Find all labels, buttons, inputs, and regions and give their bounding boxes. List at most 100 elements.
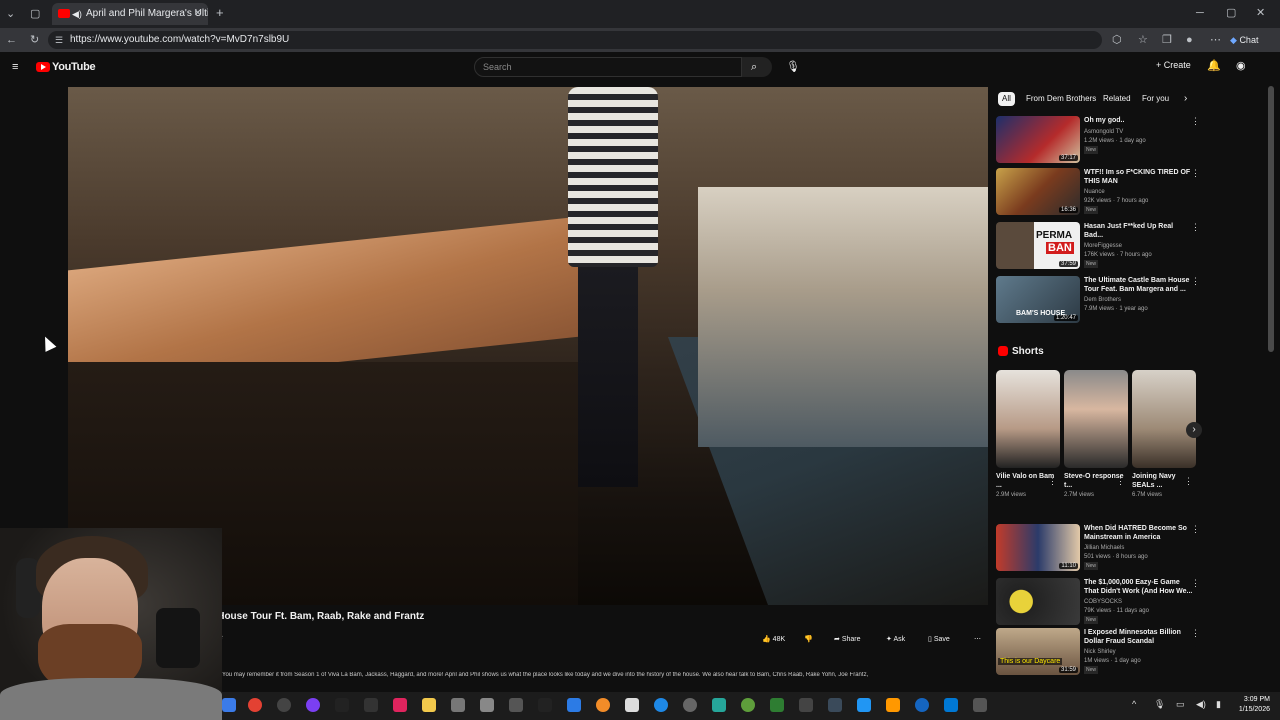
taskbar-app-icon[interactable] [741, 698, 755, 712]
channel-name[interactable]: Nick Shirley [1084, 648, 1194, 656]
recommendation-item[interactable]: 37:17 Oh my god.. Asmongold TV 1.2M view… [996, 116, 1202, 166]
short-thumbnail[interactable] [1132, 370, 1196, 468]
video-title[interactable]: The $1,000,000 Eazy-E Game That Didn't W… [1084, 578, 1194, 596]
channel-name[interactable]: Nuance [1084, 188, 1194, 196]
taskbar-app-icon[interactable] [799, 698, 813, 712]
scrollbar-thumb[interactable] [1268, 86, 1274, 352]
chip-for-you[interactable]: For you [1138, 92, 1173, 106]
recommendation-item[interactable]: 16:36 WTF!! Im so F*CKING TIRED OF THIS … [996, 168, 1202, 218]
more-actions-icon[interactable]: ⋮ [1116, 476, 1125, 487]
video-title[interactable]: I Exposed Minnesotas Billion Dollar Frau… [1084, 628, 1194, 646]
steam-icon[interactable] [480, 698, 494, 712]
channel-name[interactable]: Asmongold TV [1084, 128, 1194, 136]
video-title[interactable]: Oh my god.. [1084, 116, 1194, 125]
more-actions-icon[interactable]: ⋮ [1191, 116, 1200, 127]
favorites-icon[interactable]: ☆ [1138, 34, 1148, 46]
tiktok-icon[interactable] [393, 698, 407, 712]
taskbar-app-icon[interactable] [654, 698, 668, 712]
microphone-icon[interactable]: 🎙 [786, 61, 800, 73]
taskbar-app-icon[interactable] [712, 698, 726, 712]
video-title[interactable]: WTF!! Im so F*CKING TIRED OF THIS MAN [1084, 168, 1194, 186]
more-actions-icon[interactable]: ⋮ [1191, 222, 1200, 233]
account-avatar[interactable]: ◉ [1236, 60, 1246, 72]
search-button[interactable]: ⌕ [742, 57, 772, 77]
taskbar-app-icon[interactable] [683, 698, 697, 712]
chips-next-icon[interactable]: › [1180, 92, 1191, 106]
more-actions-icon[interactable]: ⋮ [1191, 578, 1200, 589]
settings-icon[interactable] [277, 698, 291, 712]
youtube-logo-icon[interactable] [36, 62, 50, 72]
microphone-tray-icon[interactable]: 🎙 [1154, 699, 1165, 710]
more-actions-icon[interactable]: ⋮ [1191, 168, 1200, 179]
youtube-logo-text[interactable]: YouTube [52, 61, 96, 73]
blender-icon[interactable] [596, 698, 610, 712]
copilot-chat-button[interactable]: ◆ Chat [1230, 31, 1270, 49]
close-tab-icon[interactable]: ✕ [194, 3, 202, 25]
url-field[interactable]: ☰ https://www.youtube.com/watch?v=MvD7n7… [48, 31, 1102, 49]
more-actions-icon[interactable]: ⋮ [1184, 476, 1193, 487]
taskbar-app-icon[interactable] [915, 698, 929, 712]
channel-name[interactable]: Jillian Michaels [1084, 544, 1194, 552]
recommendation-item[interactable]: This is our Daycare 31:59 I Exposed Minn… [996, 628, 1202, 678]
video-description[interactable]: You may remember it from Season 1 of Viv… [222, 672, 982, 678]
chip-from-dem-brothers[interactable]: From Dem Brothers [1022, 92, 1100, 106]
chip-all[interactable]: All [998, 92, 1015, 106]
share-button[interactable]: ➦ Share [834, 632, 861, 648]
more-actions-icon[interactable]: ⋮ [1048, 476, 1057, 487]
tab-youtube[interactable]: ◀) April and Phil Margera's Ultim ✕ [52, 3, 208, 25]
taskbar-app-icon[interactable] [944, 698, 958, 712]
reload-icon[interactable]: ↻ [30, 34, 39, 46]
video-thumbnail[interactable]: BAM'S HOUSE 1:20:47 [996, 276, 1080, 323]
recommendation-item[interactable]: BAM'S HOUSE 1:20:47 The Ultimate Castle … [996, 276, 1202, 326]
taskbar-app-icon[interactable] [364, 698, 378, 712]
taskbar-app-icon[interactable] [973, 698, 987, 712]
video-thumbnail[interactable]: This is our Daycare 31:59 [996, 628, 1080, 675]
hamburger-menu-icon[interactable]: ≡ [12, 61, 18, 73]
minimize-icon[interactable]: ─ [1196, 7, 1204, 19]
shorts-next-icon[interactable]: › [1186, 422, 1202, 438]
site-info-icon[interactable]: ☰ [55, 31, 63, 49]
taskbar-app-icon[interactable] [567, 698, 581, 712]
chrome-icon[interactable] [248, 698, 262, 712]
dislike-button[interactable]: 👎 [804, 632, 813, 648]
profile-icon[interactable]: ● [1186, 34, 1193, 46]
recommendation-item[interactable]: 11:10 When Did HATRED Become So Mainstre… [996, 524, 1202, 574]
taskbar-app-icon[interactable] [828, 698, 842, 712]
video-thumbnail[interactable]: 11:10 [996, 524, 1080, 571]
video-title[interactable]: Hasan Just F**ked Up Real Bad... [1084, 222, 1194, 240]
file-explorer-icon[interactable] [422, 698, 436, 712]
save-button[interactable]: ▯ Save [928, 632, 950, 648]
taskbar-app-icon[interactable] [886, 698, 900, 712]
video-thumbnail[interactable]: PERMA BAN 37:59 [996, 222, 1080, 269]
workspaces-icon[interactable]: ▢ [30, 8, 40, 20]
ask-button[interactable]: ✦ Ask [886, 632, 905, 648]
search-input[interactable]: Search [474, 57, 742, 77]
more-actions-icon[interactable]: ⋮ [1191, 628, 1200, 639]
volume-icon[interactable]: ◀) [1196, 699, 1206, 710]
channel-name[interactable]: COBYSOCKS [1084, 598, 1194, 606]
taskbar-app-icon[interactable] [509, 698, 523, 712]
more-menu-icon[interactable]: ⋯ [1210, 34, 1221, 46]
taskbar-app-icon[interactable] [451, 698, 465, 712]
notepad-icon[interactable] [625, 698, 639, 712]
more-actions-icon[interactable]: ⋮ [1191, 276, 1200, 287]
maximize-icon[interactable]: ▢ [1226, 7, 1236, 19]
window-close-icon[interactable]: ✕ [1256, 7, 1265, 19]
video-title[interactable]: The Ultimate Castle Bam House Tour Feat.… [1084, 276, 1194, 294]
video-thumbnail[interactable] [996, 578, 1080, 625]
network-icon[interactable]: ▭ [1176, 699, 1185, 710]
system-tray-chevron-icon[interactable]: ^ [1132, 699, 1136, 709]
battery-icon[interactable]: ▮ [1216, 699, 1221, 710]
recommendation-item[interactable]: PERMA BAN 37:59 Hasan Just F**ked Up Rea… [996, 222, 1202, 272]
video-thumbnail[interactable]: 16:36 [996, 168, 1080, 215]
tab-list-icon[interactable]: ⌄ [6, 8, 15, 20]
taskbar-clock[interactable]: 3:09 PM 1/15/2026 [1239, 695, 1270, 715]
audio-playing-icon[interactable]: ◀) [72, 3, 82, 25]
back-icon[interactable]: ← [6, 34, 17, 46]
channel-name[interactable]: Dem Brothers [1084, 296, 1194, 304]
collections-icon[interactable]: ❐ [1162, 34, 1172, 46]
taskbar-app-icon[interactable] [538, 698, 552, 712]
excel-icon[interactable] [770, 698, 784, 712]
taskbar-app-icon[interactable] [857, 698, 871, 712]
short-thumbnail[interactable] [1064, 370, 1128, 468]
